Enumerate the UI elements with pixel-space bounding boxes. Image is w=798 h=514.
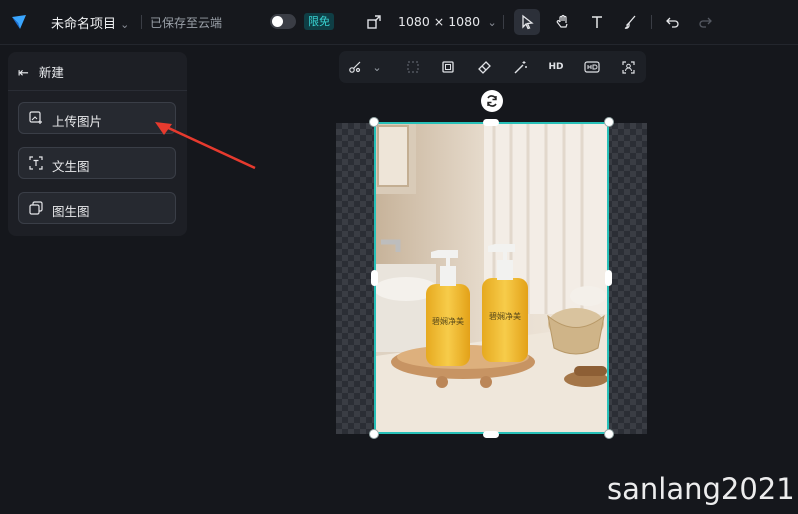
hd-button[interactable]: HD [548, 59, 564, 75]
resize-handle-top[interactable] [483, 119, 499, 126]
cursor-icon [522, 14, 534, 30]
project-title[interactable]: 未命名项目 ⌄ [51, 13, 129, 32]
chevron-down-icon[interactable]: ⌄ [369, 59, 385, 75]
logo-icon[interactable] [10, 13, 28, 31]
bathroom-product-image: 碧娴净美 碧娴净美 [376, 124, 607, 432]
resize-handle-top-left[interactable] [369, 117, 379, 127]
product-photo[interactable]: 碧娴净美 碧娴净美 [374, 122, 609, 434]
frame-icon[interactable] [440, 59, 456, 75]
button-label: 文生图 [52, 159, 90, 174]
resize-icon[interactable] [366, 14, 382, 30]
button-label: 图生图 [52, 204, 90, 219]
text-icon [592, 16, 602, 28]
hand-icon [556, 14, 568, 28]
resize-handle-right[interactable] [605, 270, 612, 286]
rotate-icon [487, 95, 497, 107]
toggle-knob [272, 16, 283, 27]
select-tool-button[interactable] [514, 9, 540, 35]
divider [651, 15, 652, 29]
divider [8, 90, 187, 91]
resize-handle-bottom-right[interactable] [604, 429, 614, 439]
hd-plus-icon[interactable] [584, 59, 600, 75]
panel-header[interactable]: ⇤ 新建 [18, 62, 64, 81]
image-to-image-button[interactable]: 图生图 [18, 192, 176, 224]
upload-image-icon [29, 111, 42, 124]
image-to-image-icon [29, 201, 43, 215]
crop-icon[interactable] [405, 59, 421, 75]
ai-detect-icon[interactable] [620, 59, 636, 75]
free-toggle[interactable] [270, 14, 296, 29]
resize-handle-left[interactable] [371, 270, 378, 286]
watermark-text: sanlang2021 [607, 472, 795, 506]
chevron-down-icon[interactable]: ⌄ [484, 16, 497, 29]
bottle-label: 碧娴净美 [432, 316, 464, 326]
redo-icon [699, 17, 712, 28]
redo-button[interactable] [692, 9, 718, 35]
button-label: 上传图片 [52, 114, 103, 129]
resize-handle-top-right[interactable] [604, 117, 614, 127]
divider [141, 15, 142, 29]
chevron-down-icon[interactable]: ⌄ [120, 18, 129, 31]
brush-tool-button[interactable] [617, 9, 643, 35]
magic-wand-icon[interactable] [512, 59, 528, 75]
hand-tool-button[interactable] [550, 9, 576, 35]
text-to-image-icon [29, 156, 43, 170]
text-tool-button[interactable] [584, 9, 610, 35]
back-arrow-icon[interactable]: ⇤ [18, 66, 29, 81]
image-toolbar: ⌄ HD [339, 51, 646, 83]
undo-button[interactable] [660, 9, 686, 35]
divider [503, 15, 504, 29]
annotation-arrow-icon [155, 122, 256, 170]
eraser-icon[interactable] [476, 59, 492, 75]
canvas-size-selector[interactable]: 1080 × 1080 ⌄ [398, 14, 497, 29]
resize-handle-bottom-left[interactable] [369, 429, 379, 439]
undo-icon [666, 17, 679, 28]
smart-cutout-icon[interactable] [347, 59, 363, 75]
brush-icon [624, 15, 636, 29]
free-badge: 限免 [304, 13, 334, 30]
panel-title: 新建 [38, 65, 64, 80]
bottle-label: 碧娴净美 [489, 311, 521, 321]
save-status: 已保存至云端 [150, 16, 223, 30]
rotate-handle[interactable] [481, 90, 503, 112]
resize-handle-bottom[interactable] [483, 431, 499, 438]
